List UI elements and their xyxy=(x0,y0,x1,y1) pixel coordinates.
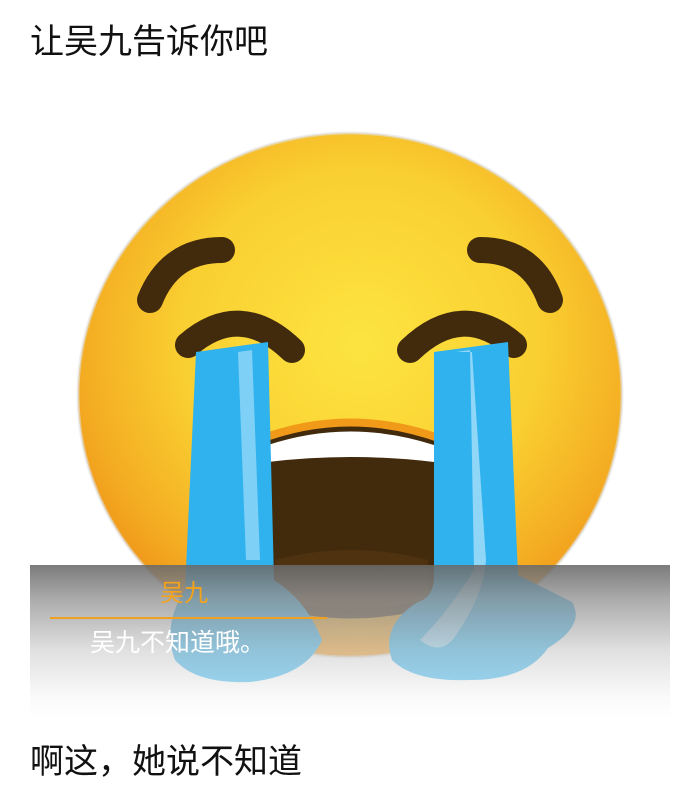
left-eye xyxy=(175,310,305,363)
top-caption: 让吴九告诉你吧 xyxy=(30,22,268,62)
dialog-box: 吴九 吴九不知道哦。 xyxy=(30,565,670,720)
teeth xyxy=(268,431,434,462)
mouth-upper-lip xyxy=(254,418,448,444)
bottom-caption: 啊这，她说不知道 xyxy=(30,742,302,782)
right-eyebrow xyxy=(467,237,563,313)
speaker-underline xyxy=(50,617,327,619)
meme-page: 让吴九告诉你吧 吴九 吴九不知道哦。 啊这，她说不知道 xyxy=(0,0,700,800)
left-tear-highlight xyxy=(238,350,260,560)
dialog-line: 吴九不知道哦。 xyxy=(90,628,266,657)
speaker-name: 吴九 xyxy=(160,579,208,607)
left-eyebrow xyxy=(137,237,235,313)
right-eye xyxy=(397,310,527,363)
